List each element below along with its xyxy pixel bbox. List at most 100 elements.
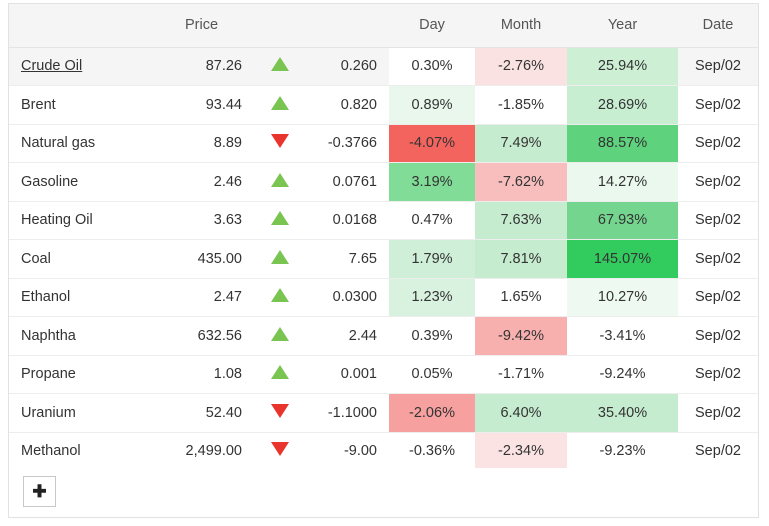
cell-direction <box>254 278 306 317</box>
column-header-year[interactable]: Year <box>567 4 678 48</box>
cell-commodity-name[interactable]: Methanol <box>9 432 149 471</box>
cell-year-change: 28.69% <box>567 85 678 125</box>
cell-day-change: -0.36% <box>389 432 475 471</box>
table-row[interactable]: Gasoline 2.46 0.0761 3.19% -7.62% 14.27% Sep/0… <box>9 162 758 202</box>
cell-direction <box>254 239 306 279</box>
cell-price: 8.89 <box>149 124 254 163</box>
cell-price: 632.56 <box>149 316 254 356</box>
cell-commodity-name[interactable]: Crude Oil <box>9 47 149 86</box>
column-header-price[interactable]: Price <box>149 4 254 48</box>
cell-date: Sep/02 <box>678 239 758 279</box>
cell-month-change: -1.85% <box>475 85 567 125</box>
arrow-up-icon <box>271 172 289 187</box>
column-header-month[interactable]: Month <box>475 4 567 48</box>
cell-month-change: -7.62% <box>475 162 567 202</box>
cell-day-change: 0.30% <box>389 47 475 86</box>
cell-direction <box>254 201 306 240</box>
cell-date: Sep/02 <box>678 47 758 86</box>
table-row[interactable]: Crude Oil 87.26 0.260 0.30% -2.76% 25.94% Sep/… <box>9 47 758 86</box>
commodity-link[interactable]: Brent <box>21 97 56 113</box>
cell-price: 52.40 <box>149 393 254 433</box>
commodity-link[interactable]: Methanol <box>21 443 81 459</box>
commodity-link[interactable]: Heating Oil <box>21 212 93 228</box>
column-header-date[interactable]: Date <box>678 4 758 48</box>
commodity-link[interactable]: Coal <box>21 251 51 267</box>
cell-day-change: 1.79% <box>389 239 475 279</box>
cell-change: 0.820 <box>306 85 389 125</box>
cell-commodity-name[interactable]: Coal <box>9 239 149 279</box>
cell-change: -1.1000 <box>306 393 389 433</box>
cell-day-change: -2.06% <box>389 393 475 433</box>
commodities-quotes-panel: Price Day Month Year Date Crude Oil 87.26… <box>0 0 769 526</box>
cell-year-change: 35.40% <box>567 393 678 433</box>
table-row[interactable]: Heating Oil 3.63 0.0168 0.47% 7.63% 67.93% Sep… <box>9 201 758 240</box>
cell-direction <box>254 393 306 433</box>
cell-commodity-name[interactable]: Naphtha <box>9 316 149 356</box>
cell-price: 87.26 <box>149 47 254 86</box>
commodity-link[interactable]: Crude Oil <box>21 58 82 74</box>
table-footer: ✚ <box>8 468 759 518</box>
cell-day-change: 1.23% <box>389 278 475 317</box>
table-row[interactable]: Methanol 2,499.00 -9.00 -0.36% -2.34% -9.23% S… <box>9 432 758 471</box>
column-header-day[interactable]: Day <box>389 4 475 48</box>
cell-commodity-name[interactable]: Uranium <box>9 393 149 433</box>
cell-change: 0.260 <box>306 47 389 86</box>
cell-year-change: 67.93% <box>567 201 678 240</box>
table-row[interactable]: Brent 93.44 0.820 0.89% -1.85% 28.69% Sep/02 <box>9 85 758 125</box>
arrow-up-icon <box>271 365 289 380</box>
cell-date: Sep/02 <box>678 201 758 240</box>
table-row[interactable]: Uranium 52.40 -1.1000 -2.06% 6.40% 35.40% Sep/… <box>9 393 758 433</box>
cell-month-change: -9.42% <box>475 316 567 356</box>
cell-commodity-name[interactable]: Gasoline <box>9 162 149 202</box>
arrow-up-icon <box>271 249 289 264</box>
column-header-name[interactable] <box>9 4 149 48</box>
cell-day-change: -4.07% <box>389 124 475 163</box>
cell-date: Sep/02 <box>678 316 758 356</box>
cell-commodity-name[interactable]: Ethanol <box>9 278 149 317</box>
cell-year-change: -9.23% <box>567 432 678 471</box>
commodity-link[interactable]: Naphtha <box>21 328 76 344</box>
cell-commodity-name[interactable]: Propane <box>9 355 149 394</box>
column-header-arrow[interactable] <box>254 4 306 48</box>
cell-month-change: -2.34% <box>475 432 567 471</box>
cell-direction <box>254 355 306 394</box>
cell-price: 3.63 <box>149 201 254 240</box>
commodity-link[interactable]: Propane <box>21 366 76 382</box>
table-row[interactable]: Propane 1.08 0.001 0.05% -1.71% -9.24% Sep/02 <box>9 355 758 394</box>
cell-direction <box>254 85 306 125</box>
arrow-up-icon <box>271 211 289 226</box>
table-header: Price Day Month Year Date <box>9 4 758 48</box>
arrow-down-icon <box>271 134 289 149</box>
cell-date: Sep/02 <box>678 432 758 471</box>
cell-change: 0.0168 <box>306 201 389 240</box>
cell-commodity-name[interactable]: Natural gas <box>9 124 149 163</box>
cell-commodity-name[interactable]: Heating Oil <box>9 201 149 240</box>
header-row: Price Day Month Year Date <box>9 4 758 48</box>
table-row[interactable]: Coal 435.00 7.65 1.79% 7.81% 145.07% Sep/02 <box>9 239 758 279</box>
column-header-change[interactable] <box>306 4 389 48</box>
cell-month-change: 6.40% <box>475 393 567 433</box>
arrow-up-icon <box>271 95 289 110</box>
cell-direction <box>254 432 306 471</box>
commodity-link[interactable]: Gasoline <box>21 174 78 190</box>
cell-day-change: 0.05% <box>389 355 475 394</box>
cell-date: Sep/02 <box>678 124 758 163</box>
commodity-link[interactable]: Natural gas <box>21 135 95 151</box>
quotes-table-container: Price Day Month Year Date Crude Oil 87.26… <box>8 3 759 471</box>
cell-price: 435.00 <box>149 239 254 279</box>
cell-price: 2.47 <box>149 278 254 317</box>
add-row-button[interactable]: ✚ <box>23 476 56 507</box>
cell-change: -9.00 <box>306 432 389 471</box>
cell-date: Sep/02 <box>678 162 758 202</box>
cell-commodity-name[interactable]: Brent <box>9 85 149 125</box>
cell-price: 2,499.00 <box>149 432 254 471</box>
table-row[interactable]: Naphtha 632.56 2.44 0.39% -9.42% -3.41% Sep/02 <box>9 316 758 356</box>
table-row[interactable]: Ethanol 2.47 0.0300 1.23% 1.65% 10.27% Sep/02 <box>9 278 758 317</box>
cell-direction <box>254 47 306 86</box>
table-row[interactable]: Natural gas 8.89 -0.3766 -4.07% 7.49% 88.57% S… <box>9 124 758 163</box>
quotes-table: Price Day Month Year Date Crude Oil 87.26… <box>9 4 758 471</box>
cell-month-change: 1.65% <box>475 278 567 317</box>
commodity-link[interactable]: Uranium <box>21 405 76 421</box>
cell-change: -0.3766 <box>306 124 389 163</box>
commodity-link[interactable]: Ethanol <box>21 289 70 305</box>
